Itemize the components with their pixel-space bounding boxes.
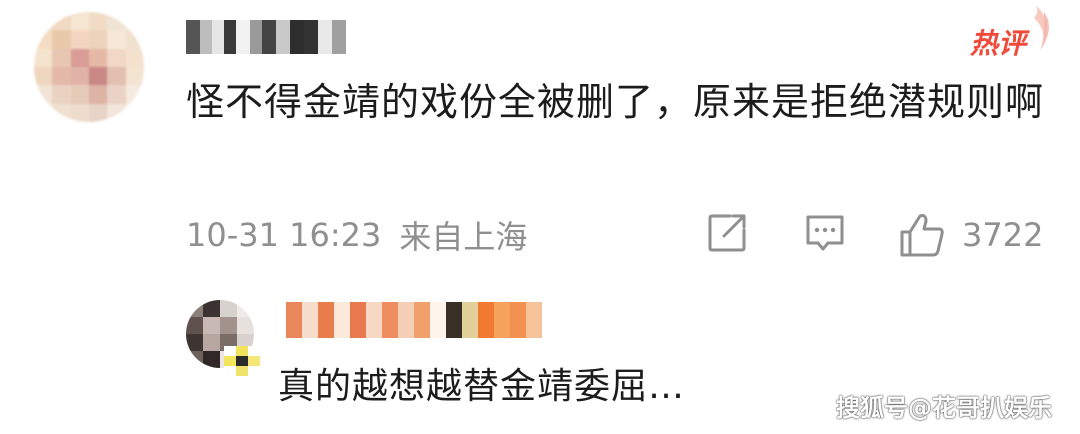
watermark: 搜狐号@花哥扒娱乐 xyxy=(836,394,1052,422)
reply-text: 真的越想越替金靖委屈… xyxy=(278,366,686,407)
like-count: 3722 xyxy=(962,216,1044,254)
hot-comment-label: 热评 xyxy=(970,27,1027,60)
hot-comment-badge: 热评 xyxy=(970,6,1049,60)
replier-username-pixelated[interactable] xyxy=(272,302,542,338)
commenter-avatar[interactable] xyxy=(34,12,144,122)
replier-badge-icon xyxy=(224,346,260,376)
share-icon[interactable] xyxy=(706,212,748,254)
comment-location: 来自上海 xyxy=(399,218,528,256)
comment-icon[interactable] xyxy=(804,212,846,254)
thumbs-up-icon[interactable] xyxy=(898,212,946,258)
comment-meta: 10-31 16:23 来自上海 xyxy=(186,212,527,258)
commenter-username-pixelated[interactable] xyxy=(186,20,346,54)
comment-text: 怪不得金靖的戏份全被删了，原来是拒绝潜规则啊 xyxy=(186,80,1045,124)
comment-timestamp: 10-31 16:23 xyxy=(186,216,382,254)
